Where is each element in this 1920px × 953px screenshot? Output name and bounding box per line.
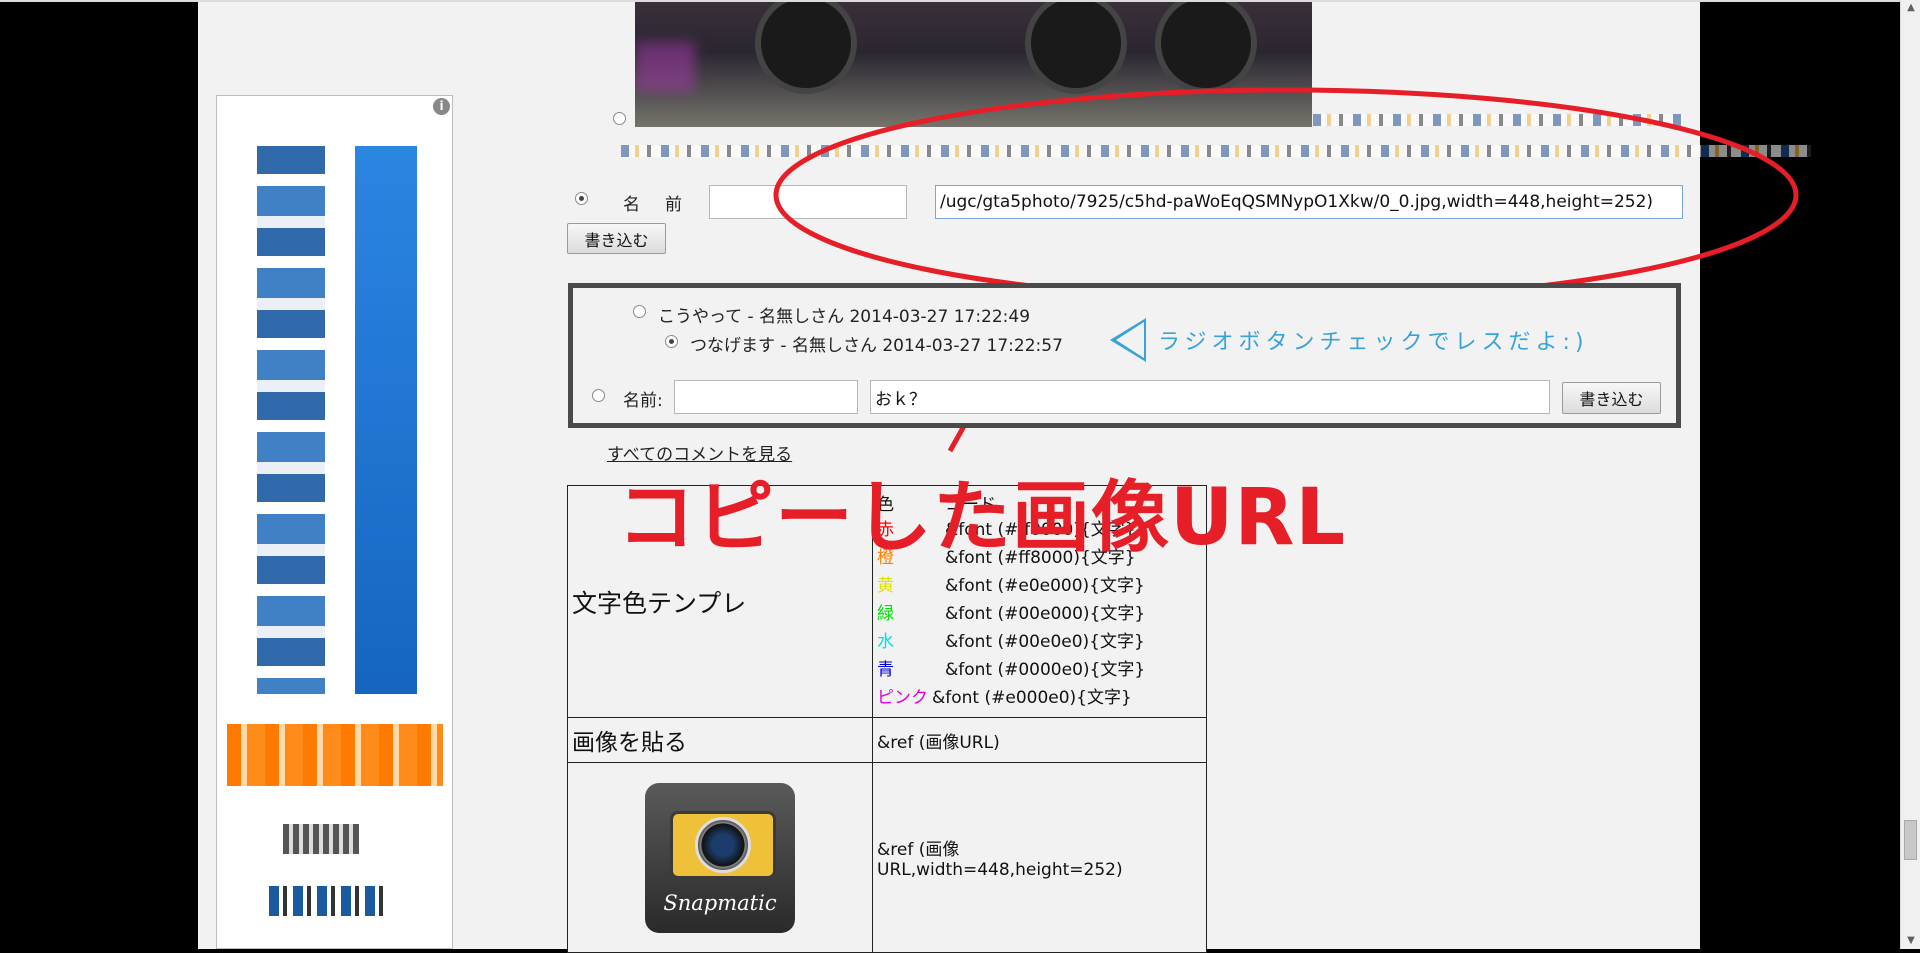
paste-image-label: 画像を貼る: [567, 717, 873, 763]
color-code: &font (#00e000){文字}: [945, 603, 1146, 624]
snapmatic-camera-icon: Snapmatic: [645, 782, 795, 933]
reply-comment-input[interactable]: [870, 380, 1550, 414]
wheel-shape: [1155, 2, 1257, 94]
info-icon[interactable]: i: [433, 98, 450, 115]
reply-name-input[interactable]: [674, 380, 858, 414]
reply-radio[interactable]: [592, 389, 605, 402]
wheel-shape: [1025, 2, 1127, 94]
snapmatic-logo-text: Snapmatic: [663, 890, 777, 915]
pixelated-ad-text: [269, 886, 389, 916]
wheel-shape: [755, 2, 857, 94]
color-name-yellow: 黄: [877, 575, 894, 596]
color-name-cyan: 水: [877, 631, 894, 652]
scroll-up-icon[interactable]: ▲: [1901, 0, 1920, 16]
color-name-green: 緑: [877, 603, 894, 624]
color-code: &font (#0000e0){文字}: [945, 659, 1146, 680]
comment-item: こうやって - 名無しさん 2014-03-27 17:22:49: [658, 307, 1031, 327]
comment-item: つなげます - 名無しさん 2014-03-27 17:22:57: [690, 336, 1063, 356]
name-radio[interactable]: [575, 192, 588, 205]
reply-name-label: 名前:: [623, 391, 663, 411]
snapmatic-cell: Snapmatic: [567, 762, 873, 953]
neon-glow: [635, 42, 695, 92]
reply-submit-button[interactable]: 書き込む: [1562, 382, 1661, 414]
image-radio[interactable]: [613, 112, 626, 125]
scrollbar-thumb[interactable]: [1904, 820, 1917, 860]
scroll-down-icon[interactable]: ▼: [1901, 933, 1920, 949]
color-code: &font (#e0e000){文字}: [945, 575, 1145, 596]
color-code: &font (#e000e0){文字}: [932, 687, 1132, 708]
pixelated-ad-block: [257, 146, 325, 694]
pixelated-ad-text: [283, 824, 359, 854]
color-name-blue: 青: [877, 659, 894, 680]
ref-code: &ref (画像URL): [872, 717, 1207, 763]
comment-radio-2[interactable]: [665, 335, 678, 348]
sidebar-ad[interactable]: i: [216, 95, 453, 949]
color-name-pink: ピンク: [877, 687, 928, 708]
pixelated-ad-block: [355, 146, 417, 694]
name-label: 名 前 :: [623, 195, 717, 215]
submit-button[interactable]: 書き込む: [567, 223, 666, 254]
ref-size-code: &ref (画像URL,width=448,height=252): [872, 762, 1207, 953]
vertical-scrollbar[interactable]: ▲ ▼: [1900, 0, 1920, 949]
radio-hint-text: ラジオボタンチェックでレスだよ:): [1158, 330, 1589, 355]
pixelated-ad-banner: [227, 724, 443, 786]
comment-radio-1[interactable]: [633, 305, 646, 318]
annotation-title: コピーした画像URL: [617, 473, 1347, 563]
hint-arrow-icon: [1110, 318, 1146, 362]
color-code: &font (#00e0e0){文字}: [945, 631, 1145, 652]
